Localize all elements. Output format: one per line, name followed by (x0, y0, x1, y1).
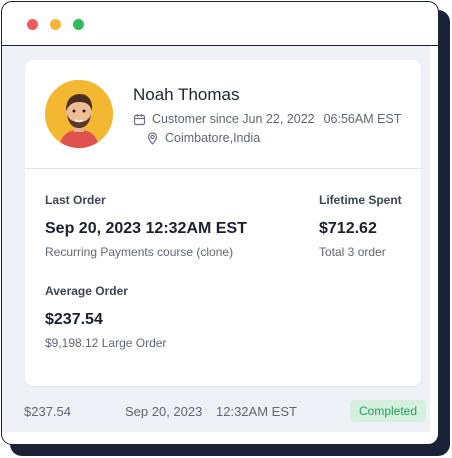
customer-since-text: Customer since Jun 22, 2022 (152, 112, 315, 126)
average-order-label: Average Order (45, 284, 128, 298)
average-order-sub: $9,198.12 Large Order (45, 336, 167, 350)
average-order-value: $237.54 (45, 311, 103, 328)
last-order-label: Last Order (45, 193, 106, 207)
content-area: Noah Thomas Customer since Jun 22, 2022 … (2, 46, 430, 432)
status-badge: Completed (350, 400, 426, 422)
location-row: Coimbatore,India (146, 131, 260, 145)
location-text: Coimbatore,India (165, 131, 261, 145)
avatar[interactable] (45, 80, 113, 148)
order-time: 12:32AM EST (216, 404, 297, 419)
last-order-sub: Recurring Payments course (clone) (45, 245, 234, 259)
lifetime-spent-label: Lifetime Spent (319, 193, 402, 207)
title-bar (2, 2, 438, 46)
lifetime-spent-sub: Total 3 order (319, 245, 386, 259)
last-order-value: Sep 20, 2023 12:32AM EST (45, 220, 247, 237)
customer-since-row: Customer since Jun 22, 2022 06:56AM EST (133, 112, 401, 126)
card-divider (25, 168, 421, 169)
calendar-icon (133, 113, 146, 126)
avatar-portrait-icon (45, 80, 113, 148)
order-date: Sep 20, 2023 (125, 404, 203, 419)
minimize-window-button[interactable] (50, 19, 61, 30)
customer-since-time: 06:56AM EST (323, 112, 402, 126)
close-window-button[interactable] (27, 19, 38, 30)
customer-name: Noah Thomas (133, 85, 240, 104)
location-pin-icon (146, 131, 159, 145)
lifetime-spent-value: $712.62 (319, 220, 377, 237)
customer-card: Noah Thomas Customer since Jun 22, 2022 … (25, 60, 421, 386)
app-stage: Noah Thomas Customer since Jun 22, 2022 … (0, 0, 452, 458)
order-amount: $237.54 (24, 404, 71, 419)
app-window: Noah Thomas Customer since Jun 22, 2022 … (1, 1, 439, 445)
maximize-window-button[interactable] (73, 19, 84, 30)
